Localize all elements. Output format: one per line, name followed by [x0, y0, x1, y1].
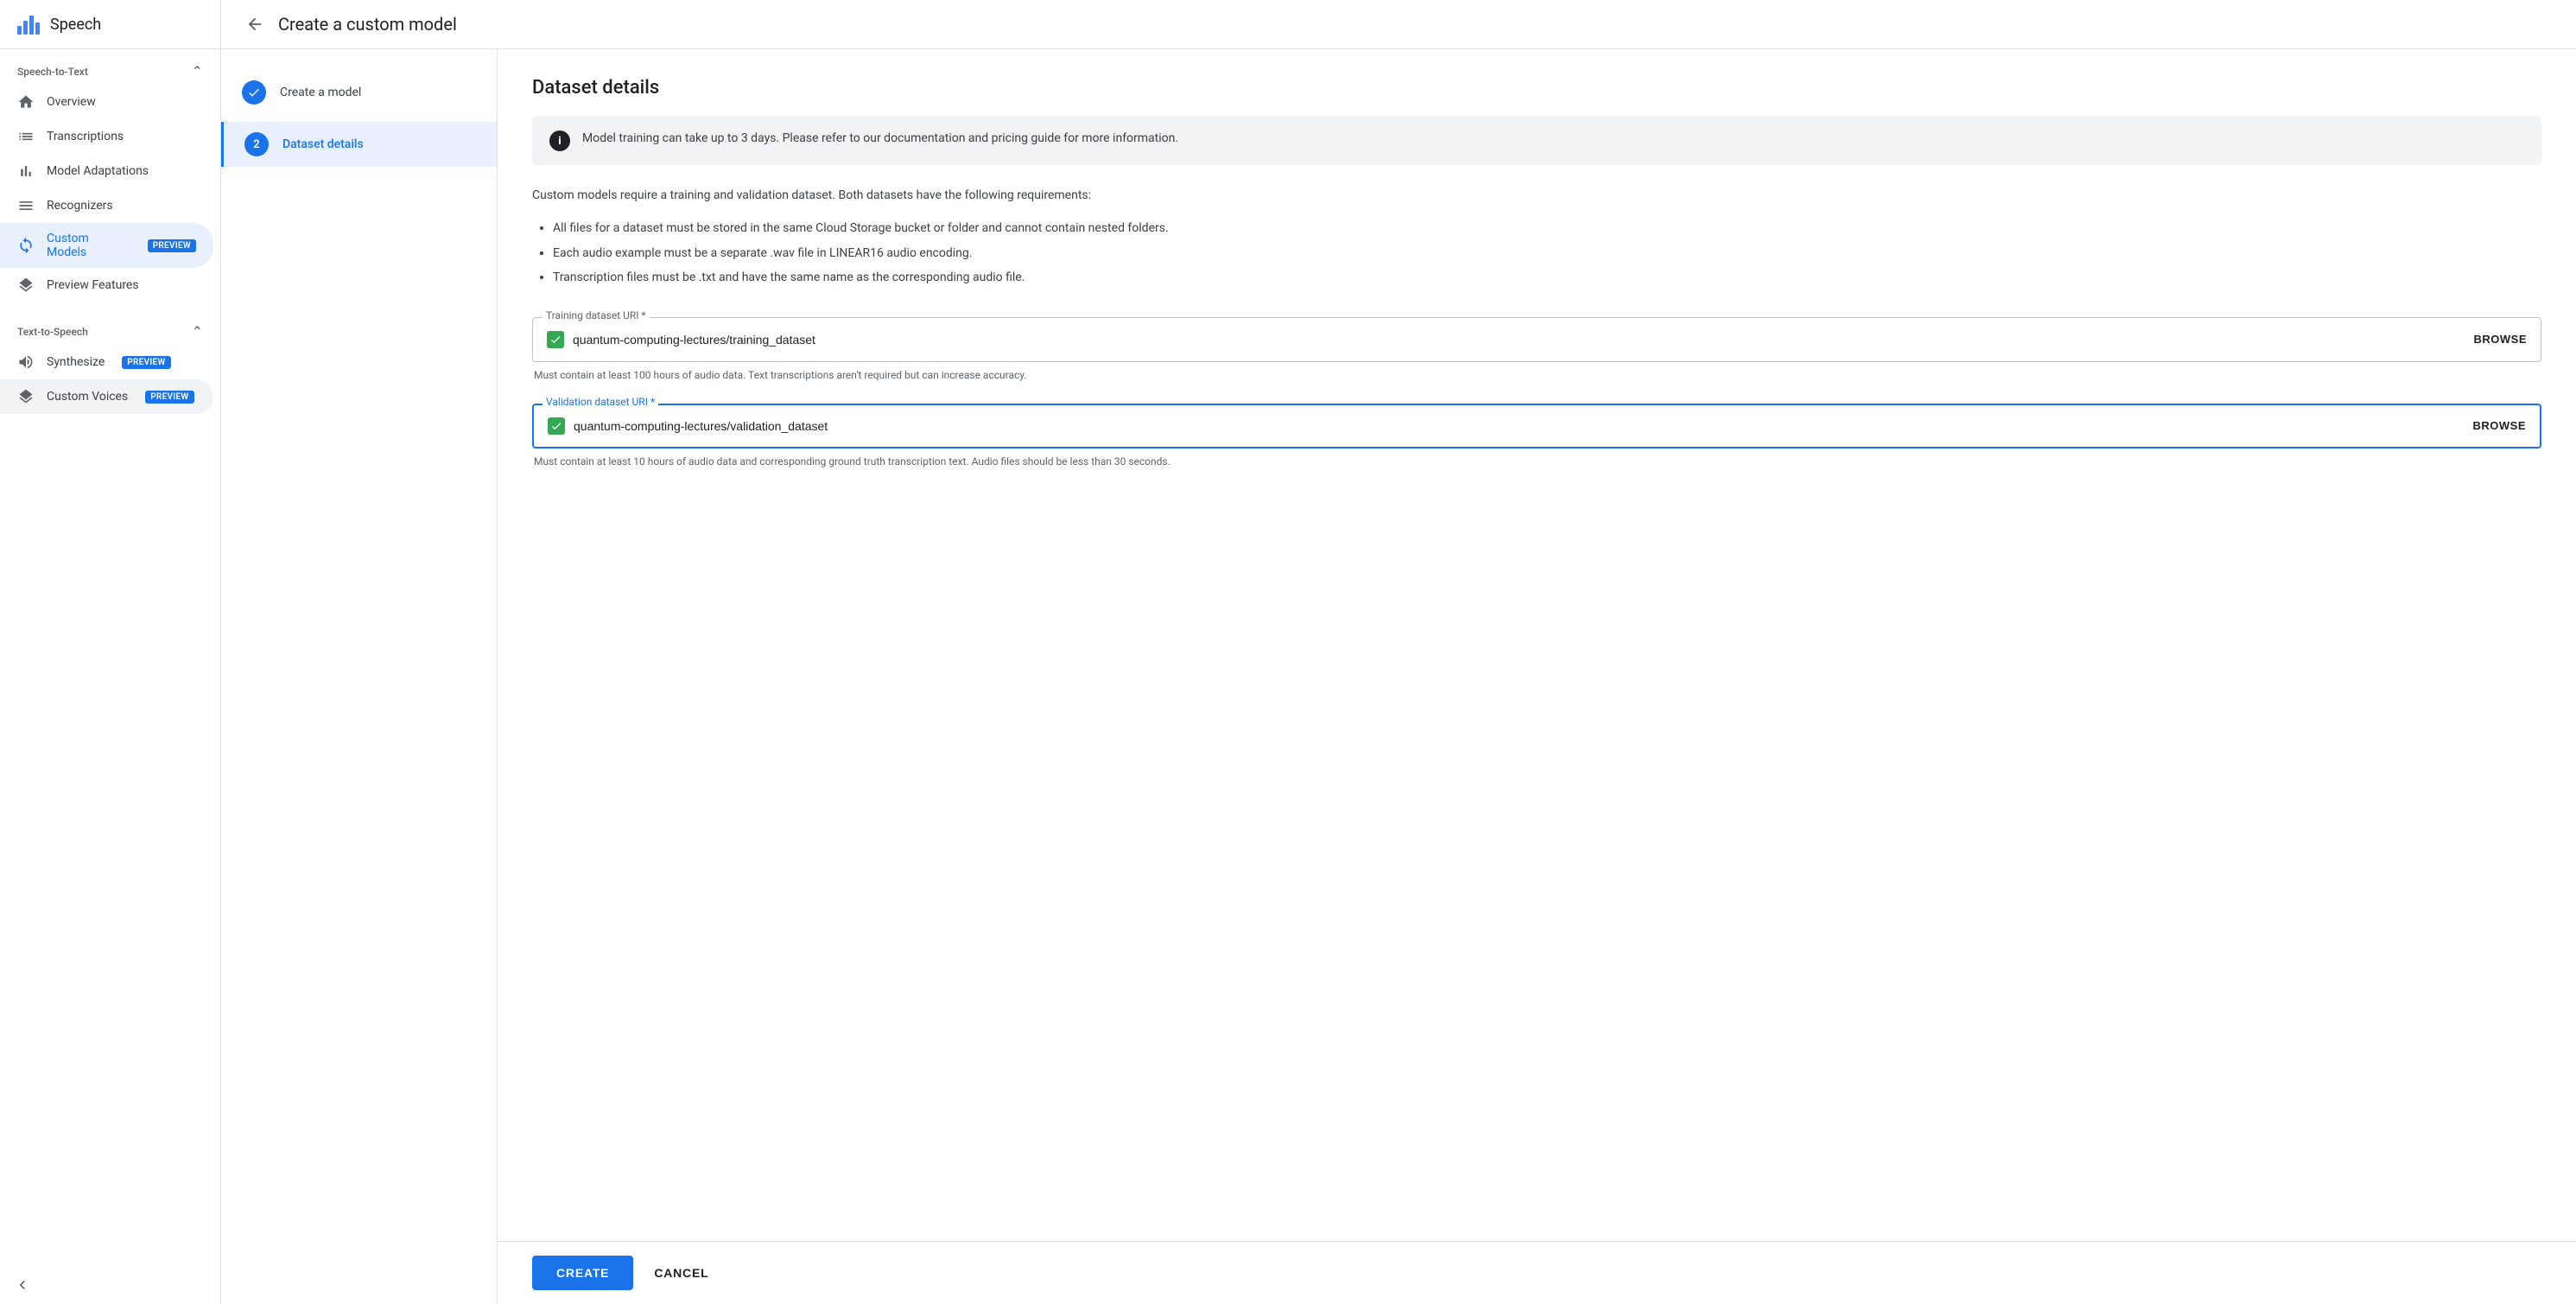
step-circle-2: 2	[244, 132, 269, 156]
sidebar-item-model-adaptations[interactable]: Model Adaptations	[0, 154, 213, 188]
page-title: Create a custom model	[278, 14, 457, 35]
sidebar: Speech Speech-to-Text ⌃ Overview Transcr…	[0, 0, 221, 1304]
training-field-label: Training dataset URI *	[542, 309, 650, 321]
step-create-model[interactable]: Create a model	[221, 70, 497, 115]
sync-icon	[17, 237, 35, 254]
sidebar-item-preview-features[interactable]: Preview Features	[0, 268, 213, 302]
sidebar-item-custom-models[interactable]: Custom Models PREVIEW	[0, 223, 213, 268]
training-input[interactable]	[573, 333, 2465, 347]
info-box: i Model training can take up to 3 days. …	[532, 116, 2541, 165]
sidebar-label-preview-features: Preview Features	[47, 278, 139, 292]
cancel-button[interactable]: CANCEL	[640, 1256, 722, 1290]
validation-input-row: BROWSE	[532, 404, 2541, 448]
chevron-up-icon[interactable]: ⌃	[192, 63, 203, 80]
back-button[interactable]	[245, 15, 264, 34]
validation-check-icon	[548, 417, 565, 435]
content-area: Create a model 2 Dataset details Dataset…	[221, 49, 2576, 1304]
logo-bar-1	[17, 26, 22, 35]
wave-icon	[17, 353, 35, 371]
right-panel: Dataset details i Model training can tak…	[498, 49, 2576, 1304]
sidebar-item-custom-voices[interactable]: Custom Voices PREVIEW	[0, 379, 213, 414]
action-bar: CREATE CANCEL	[498, 1241, 2576, 1304]
training-browse-button[interactable]: BROWSE	[2474, 333, 2528, 346]
info-text: Model training can take up to 3 days. Pl…	[582, 130, 1178, 148]
logo-bar-2	[23, 21, 28, 35]
validation-input[interactable]	[574, 419, 2465, 433]
app-logo	[17, 14, 40, 35]
training-check-icon	[547, 331, 564, 348]
step-label-1: Create a model	[280, 86, 361, 99]
validation-browse-button[interactable]: BROWSE	[2473, 419, 2527, 432]
layers-icon-voices	[17, 388, 35, 405]
preview-badge-custom-voices: PREVIEW	[145, 391, 194, 404]
menu-icon	[17, 197, 35, 214]
steps-panel: Create a model 2 Dataset details	[221, 49, 498, 1304]
main-content: Create a custom model Create a model 2 D…	[221, 0, 2576, 1304]
step-label-2: Dataset details	[282, 137, 364, 151]
sidebar-item-recognizers[interactable]: Recognizers	[0, 188, 213, 223]
logo-bar-4	[35, 22, 40, 35]
layers-icon	[17, 277, 35, 294]
requirement-2: Each audio example must be a separate .w…	[553, 244, 2541, 263]
list-icon	[17, 128, 35, 145]
sidebar-label-synthesize: Synthesize	[47, 355, 105, 369]
info-icon: i	[549, 130, 570, 151]
preview-badge-custom-models: PREVIEW	[148, 239, 196, 252]
sidebar-label-overview: Overview	[47, 95, 96, 109]
sidebar-label-model-adaptations: Model Adaptations	[47, 164, 149, 178]
dataset-title: Dataset details	[532, 77, 2541, 99]
validation-field-label: Validation dataset URI *	[542, 396, 658, 408]
training-hint: Must contain at least 100 hours of audio…	[532, 367, 2541, 383]
sidebar-item-transcriptions[interactable]: Transcriptions	[0, 119, 213, 154]
dataset-panel: Dataset details i Model training can tak…	[498, 49, 2576, 1241]
sidebar-header: Speech	[0, 0, 220, 49]
requirements-list: All files for a dataset must be stored i…	[532, 219, 2541, 292]
create-button[interactable]: CREATE	[532, 1256, 633, 1290]
step-dataset-details[interactable]: 2 Dataset details	[221, 122, 497, 167]
sidebar-label-transcriptions: Transcriptions	[47, 130, 124, 143]
step-circle-1	[242, 80, 266, 105]
sidebar-item-overview[interactable]: Overview	[0, 85, 213, 119]
app-title: Speech	[50, 16, 101, 34]
sidebar-collapse-btn[interactable]	[0, 1266, 220, 1304]
validation-hint: Must contain at least 10 hours of audio …	[532, 454, 2541, 469]
requirement-3: Transcription files must be .txt and hav…	[553, 268, 2541, 287]
sidebar-label-custom-models: Custom Models	[47, 232, 130, 259]
home-icon	[17, 93, 35, 111]
sidebar-item-synthesize[interactable]: Synthesize PREVIEW	[0, 345, 213, 379]
chevron-up-icon-tts[interactable]: ⌃	[192, 323, 203, 340]
validation-dataset-field: Validation dataset URI * BROWSE Must con…	[532, 404, 2541, 469]
sidebar-label-recognizers: Recognizers	[47, 199, 113, 213]
logo-bar-3	[29, 16, 34, 35]
section-tts: Text-to-Speech ⌃	[0, 309, 220, 345]
bar-chart-icon	[17, 162, 35, 180]
description-text: Custom models require a training and val…	[532, 186, 2541, 205]
preview-badge-synthesize: PREVIEW	[122, 356, 170, 369]
requirement-1: All files for a dataset must be stored i…	[553, 219, 2541, 238]
training-dataset-field: Training dataset URI * BROWSE Must conta…	[532, 317, 2541, 383]
sidebar-label-custom-voices: Custom Voices	[47, 390, 128, 404]
training-input-row: BROWSE	[532, 317, 2541, 362]
top-bar: Create a custom model	[221, 0, 2576, 49]
section-speech: Speech-to-Text ⌃	[0, 49, 220, 85]
